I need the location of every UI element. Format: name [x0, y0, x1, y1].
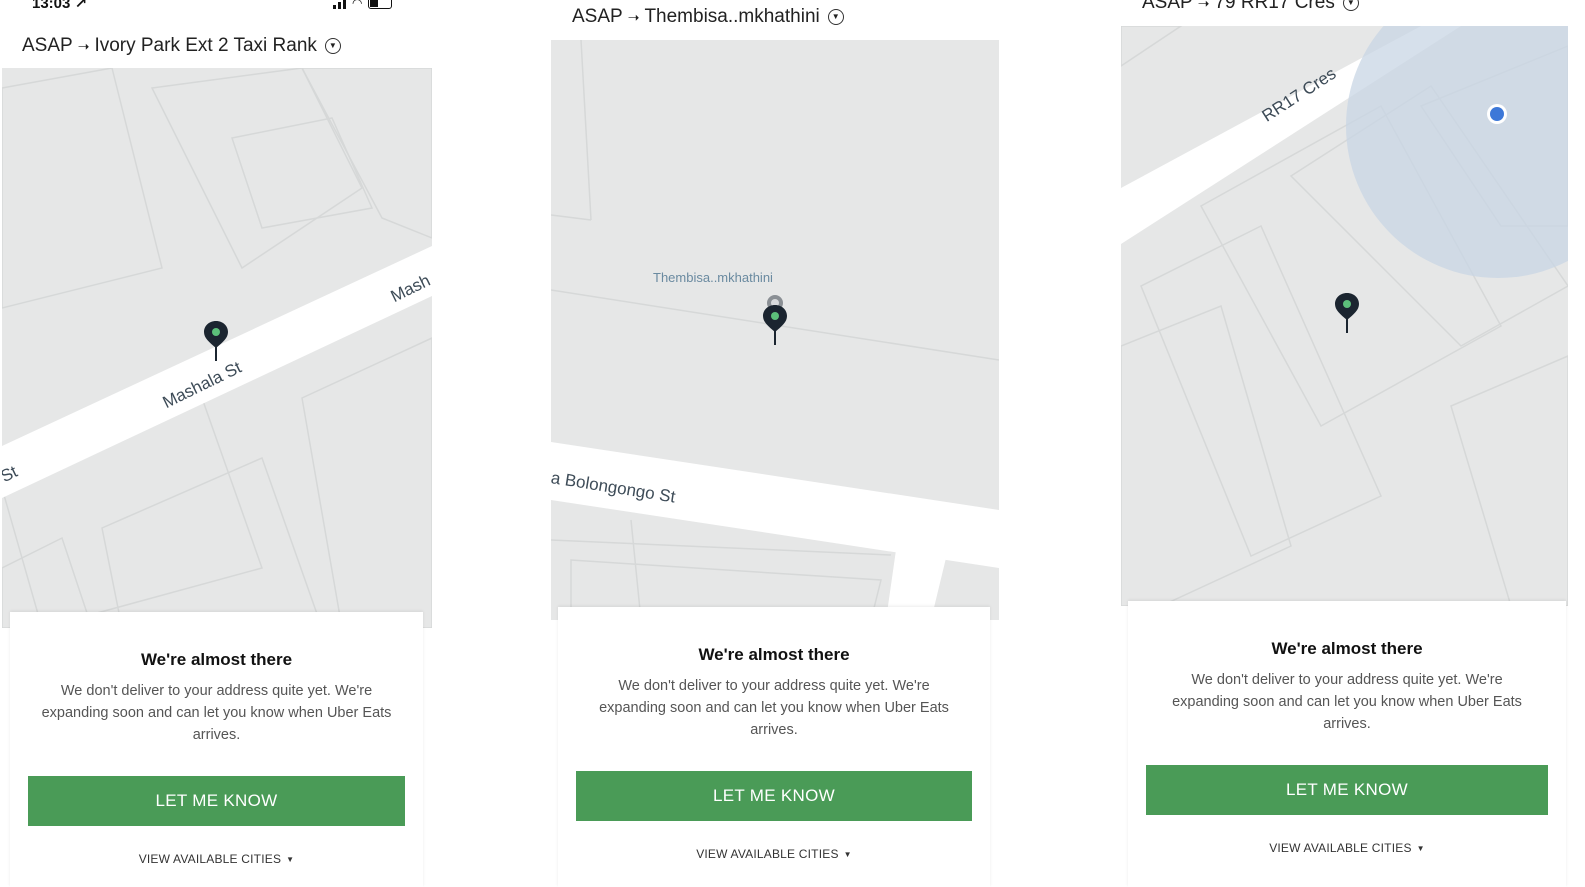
cities-label: VIEW AVAILABLE CITIES — [1269, 841, 1412, 855]
card-message: We don't deliver to your address quite y… — [1172, 672, 1522, 732]
card-message: We don't deliver to your address quite y… — [41, 683, 392, 743]
view-available-cities-link[interactable]: VIEW AVAILABLE CITIES ▼ — [1128, 841, 1566, 855]
delivery-address-selector[interactable]: ASAP ➝ Ivory Park Ext 2 Taxi Rank ▼ — [22, 35, 341, 57]
card-title: We're almost there — [140, 650, 293, 669]
delivery-destination: Thembisa..mkhathini — [644, 6, 820, 27]
unavailable-card: We're almost there We don't deliver to y… — [10, 612, 423, 887]
delivery-time: ASAP — [572, 6, 623, 27]
map-view[interactable]: Mashala St Mash St — [2, 68, 432, 628]
let-me-know-button[interactable]: LET ME KNOW — [28, 776, 405, 826]
status-icons: ◠ — [333, 0, 393, 10]
view-available-cities-link[interactable]: VIEW AVAILABLE CITIES ▼ — [10, 852, 423, 866]
chevron-down-icon[interactable]: ▼ — [1342, 0, 1359, 11]
current-location-icon — [1487, 104, 1507, 124]
arrow-icon: ➝ — [77, 37, 90, 54]
location-pin-icon — [204, 321, 228, 361]
location-pin-icon — [763, 305, 787, 345]
cities-label: VIEW AVAILABLE CITIES — [696, 847, 839, 861]
cities-label: VIEW AVAILABLE CITIES — [138, 852, 282, 866]
location-pin-icon — [1335, 293, 1359, 333]
card-message: We don't deliver to your address quite y… — [599, 678, 949, 738]
let-me-know-button[interactable]: LET ME KNOW — [1146, 765, 1548, 815]
card-title: We're almost there — [1271, 639, 1423, 658]
status-time: 13:03 ↗ — [32, 0, 88, 12]
delivery-address-selector[interactable]: ASAP ➝ 79 RR17 Cres ▼ — [1142, 0, 1359, 14]
unavailable-card: We're almost there We don't deliver to y… — [558, 607, 990, 887]
arrow-icon: ➝ — [1197, 0, 1210, 11]
map-view[interactable]: Thembisa..mkhathini a Bolongongo St — [551, 40, 999, 620]
delivery-time: ASAP — [22, 35, 73, 56]
arrow-icon: ➝ — [627, 8, 640, 25]
delivery-address-selector[interactable]: ASAP ➝ Thembisa..mkhathini ▼ — [572, 6, 844, 28]
let-me-know-button[interactable]: LET ME KNOW — [576, 771, 972, 821]
wifi-icon: ◠ — [352, 0, 363, 10]
delivery-destination: Ivory Park Ext 2 Taxi Rank — [94, 35, 317, 56]
chevron-down-icon[interactable]: ▼ — [827, 9, 844, 25]
battery-icon — [368, 0, 393, 9]
place-label: Thembisa..mkhathini — [653, 270, 773, 285]
caret-down-icon: ▼ — [286, 855, 295, 865]
signal-icon — [333, 0, 346, 9]
map-view[interactable]: RR17 Cres — [1121, 26, 1568, 606]
caret-down-icon: ▼ — [1416, 844, 1425, 854]
accuracy-circle — [1346, 26, 1568, 278]
card-title: We're almost there — [698, 645, 850, 664]
delivery-destination: 79 RR17 Cres — [1214, 0, 1335, 13]
caret-down-icon: ▼ — [843, 850, 852, 860]
delivery-time: ASAP — [1142, 0, 1193, 13]
chevron-down-icon[interactable]: ▼ — [324, 38, 341, 54]
view-available-cities-link[interactable]: VIEW AVAILABLE CITIES ▼ — [558, 847, 990, 861]
unavailable-card: We're almost there We don't deliver to y… — [1128, 601, 1566, 887]
